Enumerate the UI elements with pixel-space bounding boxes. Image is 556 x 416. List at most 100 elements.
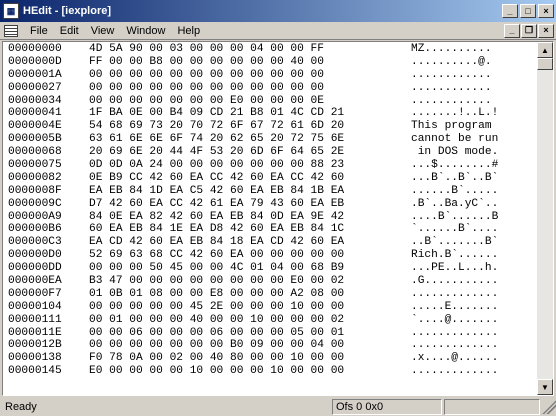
hex-row[interactable]: 00000027 00 00 00 00 00 00 00 00 00 00 00… bbox=[3, 82, 538, 95]
hex-row[interactable]: 0000008F EA EB 84 1D EA C5 42 60 EA EB 84… bbox=[3, 185, 538, 198]
hex-bytes[interactable]: D7 42 60 EA CC 42 61 EA 79 43 60 EA EB bbox=[89, 198, 407, 211]
menu-file[interactable]: File bbox=[24, 25, 54, 37]
hex-bytes[interactable]: 4D 5A 90 00 03 00 00 00 04 00 00 FF bbox=[89, 43, 407, 56]
hex-bytes[interactable]: EA EB 84 1D EA C5 42 60 EA EB 84 1B EA bbox=[89, 185, 407, 198]
hex-row[interactable]: 00000068 20 69 6E 20 44 4F 53 20 6D 6F 64… bbox=[3, 146, 538, 159]
doc-restore-button[interactable]: ❐ bbox=[521, 23, 537, 38]
hex-bytes[interactable]: 1F BA 0E 00 B4 09 CD 21 B8 01 4C CD 21 bbox=[89, 107, 407, 120]
hex-row[interactable]: 0000011E 00 00 06 00 00 00 06 00 00 00 05… bbox=[3, 327, 538, 340]
hex-ascii[interactable]: .......!..L.! bbox=[407, 107, 498, 120]
hex-bytes[interactable]: E0 00 00 00 00 10 00 00 00 10 00 00 00 bbox=[89, 365, 407, 378]
hex-ascii[interactable]: ......B`..... bbox=[407, 185, 498, 198]
hex-ascii[interactable]: `....@....... bbox=[407, 314, 498, 327]
hex-row[interactable]: 0000009C D7 42 60 EA CC 42 61 EA 79 43 60… bbox=[3, 198, 538, 211]
hex-bytes[interactable]: 01 0B 01 08 00 00 E8 00 00 00 A2 08 00 bbox=[89, 288, 407, 301]
hex-bytes[interactable]: 0D 0D 0A 24 00 00 00 00 00 00 00 88 23 bbox=[89, 159, 407, 172]
hex-bytes[interactable]: 00 00 00 00 00 00 00 00 00 00 00 00 bbox=[89, 82, 407, 95]
hex-bytes[interactable]: 00 00 00 00 00 00 00 B0 09 00 00 04 00 bbox=[89, 339, 407, 352]
menu-help[interactable]: Help bbox=[171, 25, 206, 37]
document-icon[interactable] bbox=[4, 24, 18, 37]
hex-row[interactable]: 000000F7 01 0B 01 08 00 00 E8 00 00 00 A2… bbox=[3, 288, 538, 301]
scroll-thumb[interactable] bbox=[537, 58, 553, 70]
hex-row[interactable]: 000000C3 EA CD 42 60 EA EB 84 18 EA CD 42… bbox=[3, 236, 538, 249]
hex-row[interactable]: 00000082 0E B9 CC 42 60 EA CC 42 60 EA CC… bbox=[3, 172, 538, 185]
hex-ascii[interactable]: ............. bbox=[407, 339, 498, 352]
hex-bytes[interactable]: 60 EA EB 84 1E EA D8 42 60 EA EB 84 1C bbox=[89, 223, 407, 236]
hex-ascii[interactable]: .B`..Ba.yC`.. bbox=[407, 198, 498, 211]
hex-row[interactable]: 00000138 F0 78 0A 00 02 00 40 80 00 00 10… bbox=[3, 352, 538, 365]
hex-ascii[interactable]: ...$........# bbox=[407, 159, 498, 172]
vertical-scrollbar[interactable]: ▲ ▼ bbox=[537, 42, 553, 395]
hex-ascii[interactable]: ............. bbox=[407, 327, 498, 340]
menu-bar: File Edit View Window Help _ ❐ × bbox=[0, 22, 556, 40]
hex-ascii[interactable]: .x....@...... bbox=[407, 352, 498, 365]
hex-bytes[interactable]: 84 0E EA 82 42 60 EA EB 84 0D EA 9E 42 bbox=[89, 211, 407, 224]
hex-row[interactable]: 00000000 4D 5A 90 00 03 00 00 00 04 00 00… bbox=[3, 43, 538, 56]
hex-address: 0000012B bbox=[8, 339, 62, 352]
hex-ascii[interactable]: ....B`......B bbox=[407, 211, 498, 224]
hex-row[interactable]: 00000041 1F BA 0E 00 B4 09 CD 21 B8 01 4C… bbox=[3, 107, 538, 120]
hex-bytes[interactable]: 00 00 00 50 45 00 00 4C 01 04 00 68 B9 bbox=[89, 262, 407, 275]
scroll-down-button[interactable]: ▼ bbox=[537, 379, 553, 395]
hex-bytes[interactable]: EA CD 42 60 EA EB 84 18 EA CD 42 60 EA bbox=[89, 236, 407, 249]
resize-grip[interactable] bbox=[542, 399, 556, 414]
hex-ascii[interactable]: ............ bbox=[407, 95, 492, 108]
hex-row[interactable]: 000000D0 52 69 63 68 CC 42 60 EA 00 00 00… bbox=[3, 249, 538, 262]
menu-view[interactable]: View bbox=[85, 25, 121, 37]
hex-ascii[interactable]: `......B`.... bbox=[407, 223, 498, 236]
hex-bytes[interactable]: 54 68 69 73 20 70 72 6F 67 72 61 6D 20 bbox=[89, 120, 407, 133]
hex-row[interactable]: 0000000D FF 00 00 B8 00 00 00 00 00 00 40… bbox=[3, 56, 538, 69]
hex-bytes[interactable]: FF 00 00 B8 00 00 00 00 00 00 40 00 bbox=[89, 56, 407, 69]
hex-ascii[interactable]: ..........@. bbox=[407, 56, 492, 69]
hex-address: 00000111 bbox=[8, 313, 62, 326]
hex-ascii[interactable]: .G........... bbox=[407, 275, 498, 288]
hex-row[interactable]: 000000DD 00 00 00 50 45 00 00 4C 01 04 00… bbox=[3, 262, 538, 275]
hex-bytes[interactable]: B3 47 00 00 00 00 00 00 00 00 E0 00 02 bbox=[89, 275, 407, 288]
hex-ascii[interactable]: ............. bbox=[407, 288, 498, 301]
hex-row[interactable]: 000000EA B3 47 00 00 00 00 00 00 00 00 E0… bbox=[3, 275, 538, 288]
hex-bytes[interactable]: 20 69 6E 20 44 4F 53 20 6D 6F 64 65 2E bbox=[89, 146, 407, 159]
maximize-button[interactable]: □ bbox=[520, 4, 536, 18]
hex-bytes[interactable]: 63 61 6E 6E 6F 74 20 62 65 20 72 75 6E bbox=[89, 133, 407, 146]
scroll-up-button[interactable]: ▲ bbox=[537, 42, 553, 58]
hex-bytes[interactable]: 00 01 00 00 00 40 00 00 10 00 00 00 02 bbox=[89, 314, 407, 327]
hex-bytes[interactable]: 00 00 00 00 00 00 00 E0 00 00 00 0E bbox=[89, 95, 407, 108]
menu-edit[interactable]: Edit bbox=[54, 25, 85, 37]
hex-bytes[interactable]: 52 69 63 68 CC 42 60 EA 00 00 00 00 00 bbox=[89, 249, 407, 262]
hex-row[interactable]: 00000104 00 00 00 00 00 45 2E 00 00 00 10… bbox=[3, 301, 538, 314]
hex-row[interactable]: 00000075 0D 0D 0A 24 00 00 00 00 00 00 00… bbox=[3, 159, 538, 172]
hex-ascii[interactable]: ............. bbox=[407, 365, 498, 378]
hex-ascii[interactable]: ..B`.......B` bbox=[407, 236, 498, 249]
hex-ascii[interactable]: Rich.B`...... bbox=[407, 249, 498, 262]
hex-ascii[interactable]: ...B`..B`..B` bbox=[407, 172, 498, 185]
doc-minimize-button[interactable]: _ bbox=[504, 23, 520, 38]
hex-row[interactable]: 00000034 00 00 00 00 00 00 00 E0 00 00 00… bbox=[3, 95, 538, 108]
hex-ascii[interactable]: This program bbox=[407, 120, 498, 133]
hex-bytes[interactable]: 00 00 00 00 00 45 2E 00 00 00 10 00 00 bbox=[89, 301, 407, 314]
menu-window[interactable]: Window bbox=[120, 25, 171, 37]
hex-ascii[interactable]: ............ bbox=[407, 69, 492, 82]
hex-row[interactable]: 0000005B 63 61 6E 6E 6F 74 20 62 65 20 72… bbox=[3, 133, 538, 146]
minimize-button[interactable]: _ bbox=[502, 4, 518, 18]
hex-ascii[interactable]: ...PE..L...h. bbox=[407, 262, 498, 275]
hex-ascii[interactable]: cannot be run bbox=[407, 133, 498, 146]
doc-close-button[interactable]: × bbox=[538, 23, 554, 38]
hex-ascii[interactable]: .....E....... bbox=[407, 301, 498, 314]
hex-row[interactable]: 00000111 00 01 00 00 00 40 00 00 10 00 00… bbox=[3, 314, 538, 327]
hex-bytes[interactable]: 00 00 00 00 00 00 00 00 00 00 00 00 bbox=[89, 69, 407, 82]
hex-bytes[interactable]: 00 00 06 00 00 00 06 00 00 00 05 00 01 bbox=[89, 327, 407, 340]
hex-view[interactable]: 00000000 4D 5A 90 00 03 00 00 00 04 00 00… bbox=[3, 42, 538, 395]
hex-ascii[interactable]: in DOS mode. bbox=[407, 146, 499, 159]
hex-ascii[interactable]: MZ.......... bbox=[407, 43, 492, 56]
hex-row[interactable]: 000000A9 84 0E EA 82 42 60 EA EB 84 0D EA… bbox=[3, 211, 538, 224]
hex-row[interactable]: 0000012B 00 00 00 00 00 00 00 B0 09 00 00… bbox=[3, 339, 538, 352]
app-icon[interactable]: ▦ bbox=[3, 3, 19, 19]
hex-row[interactable]: 000000B6 60 EA EB 84 1E EA D8 42 60 EA EB… bbox=[3, 223, 538, 236]
hex-bytes[interactable]: F0 78 0A 00 02 00 40 80 00 00 10 00 00 bbox=[89, 352, 407, 365]
hex-ascii[interactable]: ............ bbox=[407, 82, 492, 95]
close-button[interactable]: × bbox=[538, 4, 554, 18]
hex-bytes[interactable]: 0E B9 CC 42 60 EA CC 42 60 EA CC 42 60 bbox=[89, 172, 407, 185]
hex-row[interactable]: 0000004E 54 68 69 73 20 70 72 6F 67 72 61… bbox=[3, 120, 538, 133]
hex-row[interactable]: 0000001A 00 00 00 00 00 00 00 00 00 00 00… bbox=[3, 69, 538, 82]
hex-row[interactable]: 00000145 E0 00 00 00 00 10 00 00 00 10 00… bbox=[3, 365, 538, 378]
